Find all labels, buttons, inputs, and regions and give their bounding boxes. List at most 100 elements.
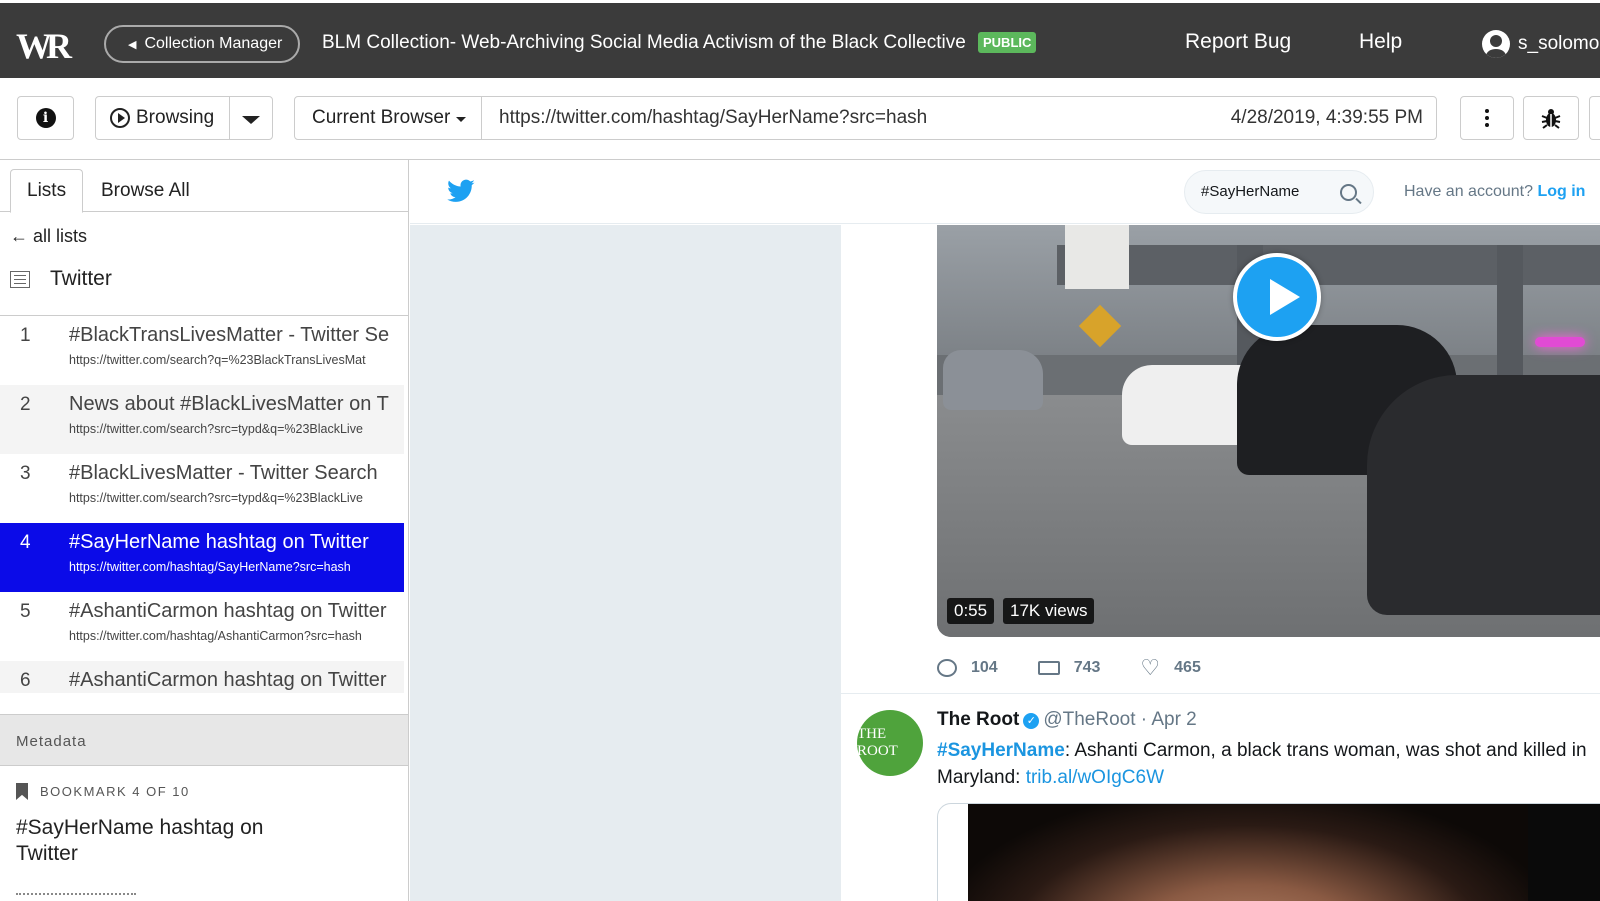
list-icon (10, 270, 30, 288)
tweet-date[interactable]: · Apr 2 (1141, 709, 1197, 730)
replay-frame[interactable]: #SayHerName Have an account? Log in 0:55… (410, 160, 1600, 901)
login-link[interactable]: Log in (1537, 183, 1585, 200)
like-button[interactable]: ♡ 465 (1140, 655, 1200, 681)
list-item-selected[interactable]: 4 #SayHerName hashtag on Twitter https:/… (0, 523, 404, 592)
item-url: https://twitter.com/hashtag/AshantiCarmo… (69, 629, 362, 643)
like-count: 465 (1174, 659, 1201, 676)
tweet-handle[interactable]: @TheRoot (1043, 709, 1135, 730)
toolbar-edge-button[interactable] (1589, 96, 1600, 140)
url-input[interactable]: https://twitter.com/hashtag/SayHerName?s… (499, 107, 927, 129)
caret-down-icon (456, 116, 467, 122)
tweet-link[interactable]: trib.al/wOIgC6W (1026, 767, 1164, 788)
top-navbar: WR ◀ Collection Manager BLM Collection- … (0, 0, 1600, 78)
list-item[interactable]: 2 News about #BlackLivesMatter on T http… (0, 385, 404, 454)
account-prompt: Have an account? Log in (1404, 183, 1585, 201)
account-prompt-text: Have an account? (1404, 183, 1533, 200)
video-player[interactable]: 0:55 17K views (937, 225, 1600, 637)
tweet-actions: 104 743 ♡ 465 (937, 655, 1201, 681)
report-bug-link[interactable]: Report Bug (1185, 30, 1291, 54)
item-title: #BlackLivesMatter - Twitter Search (69, 462, 378, 484)
description-label-cutoff (16, 893, 136, 901)
browser-select[interactable]: Current Browser (295, 97, 482, 139)
retweet-button[interactable]: 743 (1037, 655, 1101, 681)
hashtag-link[interactable]: #SayHerName (937, 740, 1065, 761)
bookmark-counter-label: BOOKMARK 4 OF 10 (40, 784, 190, 799)
url-bar[interactable]: Current Browser https://twitter.com/hash… (294, 96, 1437, 140)
item-title: #AshantiCarmon hashtag on Twitter (69, 669, 387, 691)
bug-icon (1541, 109, 1561, 129)
sidebar-tabs: Lists Browse All (0, 160, 408, 213)
tweet-feed: 0:55 17K views 104 743 ♡ 465 THE ROOT Th… (840, 225, 1600, 901)
verified-badge-icon: ✓ (1023, 713, 1040, 729)
retweet-count: 743 (1073, 659, 1101, 676)
browsing-label: Browsing (136, 107, 215, 128)
tweet-photo-image (968, 804, 1528, 901)
username: s_solomo (1518, 33, 1600, 54)
search-value: #SayHerName (1201, 183, 1300, 200)
user-avatar-icon (1482, 30, 1510, 58)
mode-dropdown[interactable]: Browsing (95, 96, 273, 140)
capture-timestamp: 4/28/2019, 4:39:55 PM (1230, 107, 1423, 128)
item-number: 2 (20, 394, 31, 415)
help-link[interactable]: Help (1359, 30, 1402, 54)
tweet-header: The Root ✓ @TheRoot · Apr 2 (937, 709, 1197, 731)
twitter-search-input[interactable]: #SayHerName (1184, 170, 1374, 214)
tweet-photo-edge (1528, 804, 1600, 901)
item-number: 5 (20, 601, 31, 622)
list-item[interactable]: 5 #AshantiCarmon hashtag on Twitter http… (0, 592, 404, 661)
list-title: Twitter (50, 267, 112, 290)
item-title: #SayHerName hashtag on Twitter (69, 531, 369, 553)
webrecorder-logo[interactable]: WR (16, 25, 72, 67)
video-frame-car (1367, 375, 1600, 615)
tab-lists[interactable]: Lists (10, 169, 84, 213)
bookmark-counter: BOOKMARK 4 OF 10 (16, 783, 190, 800)
tweet-photo[interactable] (937, 803, 1600, 901)
collection-manager-label: Collection Manager (144, 35, 283, 52)
item-url: https://twitter.com/search?src=typd&q=%2… (69, 422, 363, 436)
video-frame-car (943, 350, 1043, 410)
browser-select-label: Current Browser (312, 107, 451, 128)
browsing-mode-button[interactable]: Browsing (110, 107, 214, 129)
divider (229, 97, 230, 139)
user-menu[interactable]: s_solomo (1482, 30, 1599, 58)
lists-sidebar: Lists Browse All ← all lists Twitter 1 #… (0, 160, 409, 901)
twitter-bird-icon[interactable] (446, 179, 476, 205)
search-icon[interactable] (1340, 184, 1357, 201)
arrow-left-icon: ← (10, 226, 28, 246)
item-number: 1 (20, 325, 31, 346)
video-frame-police-light (1535, 337, 1585, 347)
the-root-avatar[interactable]: THE ROOT (857, 710, 923, 776)
retweet-icon (1037, 661, 1060, 675)
info-button[interactable]: i (17, 96, 74, 140)
reply-button[interactable]: 104 (937, 655, 998, 681)
list-item[interactable]: 6 #AshantiCarmon hashtag on Twitter (0, 661, 404, 693)
tweet-text: #SayHerName: Ashanti Carmon, a black tra… (937, 737, 1600, 791)
public-badge: PUBLIC (978, 32, 1037, 53)
dot (1485, 123, 1489, 127)
video-frame-sign (1065, 225, 1129, 289)
info-icon: i (35, 108, 56, 128)
dot (1485, 116, 1489, 120)
bug-report-button[interactable] (1523, 96, 1579, 140)
heart-icon: ♡ (1140, 655, 1161, 680)
caret-down-icon[interactable] (242, 116, 260, 124)
twitter-header: #SayHerName Have an account? Log in (410, 160, 1600, 224)
item-title: #AshantiCarmon hashtag on Twitter (69, 600, 387, 622)
play-icon[interactable] (1233, 253, 1321, 341)
collection-manager-button[interactable]: ◀ Collection Manager (104, 25, 300, 63)
more-options-button[interactable] (1460, 96, 1514, 140)
metadata-header[interactable]: Metadata (0, 714, 408, 766)
item-url: https://twitter.com/hashtag/SayHerName?s… (69, 560, 351, 574)
reply-count: 104 (971, 659, 998, 676)
list-item[interactable]: 1 #BlackTransLivesMatter - Twitter Se ht… (0, 316, 404, 385)
bookmark-list: 1 #BlackTransLivesMatter - Twitter Se ht… (0, 315, 408, 693)
chevron-left-icon: ◀ (128, 38, 137, 51)
item-title: #BlackTransLivesMatter - Twitter Se (69, 324, 390, 346)
list-item[interactable]: 3 #BlackLivesMatter - Twitter Search htt… (0, 454, 404, 523)
tweet-author-name[interactable]: The Root (937, 709, 1019, 730)
dot (1485, 109, 1489, 113)
item-title: News about #BlackLivesMatter on T (69, 393, 389, 415)
all-lists-link[interactable]: ← all lists (10, 226, 87, 247)
tab-browse-all[interactable]: Browse All (85, 169, 206, 213)
item-number: 3 (20, 463, 31, 484)
